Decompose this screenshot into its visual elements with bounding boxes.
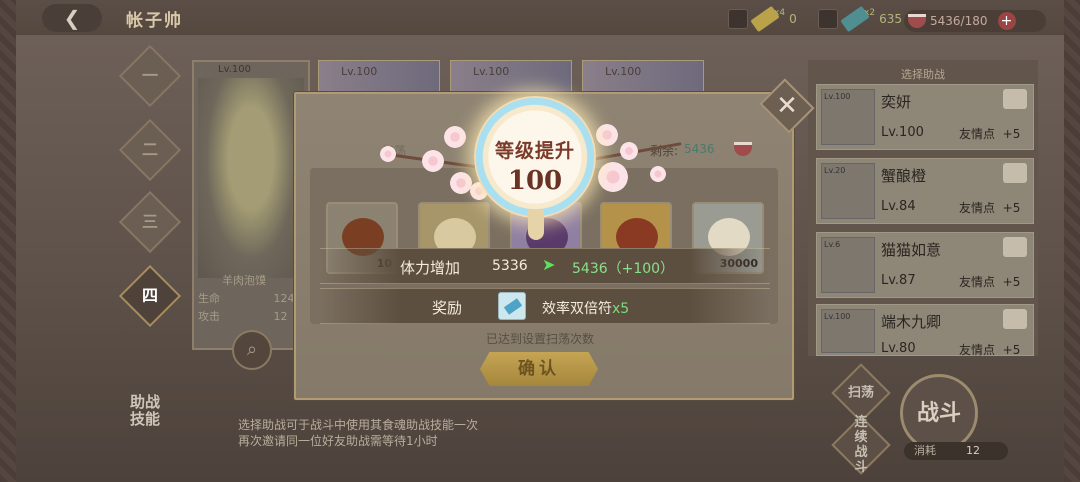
helper-level: Lv.84 bbox=[881, 199, 916, 214]
page-title: 帐子帅 bbox=[126, 11, 183, 31]
blossom-icon bbox=[596, 124, 618, 146]
avatar: Lv.20 bbox=[821, 163, 875, 219]
remaining-value: 5436 bbox=[684, 142, 715, 156]
assist-skill-label[interactable]: 助战 技能 bbox=[130, 394, 160, 428]
level-up-title: 等级提升 bbox=[494, 140, 575, 162]
stamina-old-value: 5336 bbox=[492, 258, 528, 274]
blossom-icon bbox=[650, 166, 666, 182]
reward-row: 奖励 效率双倍符x5 bbox=[320, 288, 770, 324]
confirm-button[interactable]: 确认 bbox=[480, 352, 598, 386]
slot-box bbox=[728, 9, 748, 29]
stamina-new-value: 5436（+100） bbox=[572, 261, 675, 277]
stamina-bowl-icon bbox=[734, 142, 752, 156]
left-border-decoration bbox=[0, 0, 16, 482]
character-card[interactable]: Lv.100 bbox=[318, 60, 440, 96]
blossom-icon bbox=[450, 172, 472, 194]
back-arrow-icon: ❮ bbox=[63, 6, 81, 30]
stamina-increase-label: 体力增加 bbox=[400, 259, 461, 277]
helper-level: Lv.100 bbox=[881, 125, 924, 140]
invite-icon[interactable] bbox=[1003, 237, 1027, 257]
helper-item[interactable]: Lv.20 蟹酿橙 Lv.84 友情点 +5 bbox=[816, 158, 1034, 224]
stamina-resource: 5436/180 + bbox=[904, 10, 1046, 32]
blossom-icon bbox=[444, 126, 466, 148]
resource-gold-ticket[interactable]: x4 0 bbox=[728, 5, 797, 33]
helper-panel-title: 选择助战 bbox=[901, 68, 945, 81]
arrow-right-icon: ➤ bbox=[542, 255, 556, 274]
avatar: Lv.6 bbox=[821, 237, 875, 293]
resource-teal-ticket[interactable]: x2 635 bbox=[818, 5, 902, 33]
friend-points: 友情点 +5 bbox=[959, 275, 1021, 289]
stamina-bowl-icon bbox=[908, 14, 926, 28]
friend-points: 友情点 +5 bbox=[959, 127, 1021, 141]
hero-stat-atk: 攻击 12 bbox=[198, 310, 288, 323]
reward-name: 效率双倍符x5 bbox=[542, 301, 630, 317]
friend-points: 友情点 +5 bbox=[959, 201, 1021, 215]
blossom-icon bbox=[620, 142, 638, 160]
hero-name: 羊肉泡馍 bbox=[222, 274, 266, 287]
character-card[interactable]: Lv.100 bbox=[582, 60, 704, 96]
hero-portrait bbox=[198, 78, 304, 278]
level-up-value: 100 bbox=[507, 166, 563, 196]
slot-box bbox=[818, 9, 838, 29]
helper-item[interactable]: Lv.6 猫猫如意 Lv.87 友情点 +5 bbox=[816, 232, 1034, 298]
close-icon: ✕ bbox=[776, 91, 798, 121]
battle-cost: 消耗 12 bbox=[904, 442, 1008, 460]
medallion-ribbon bbox=[528, 210, 544, 240]
hero-stat-hp: 生命 124 bbox=[198, 292, 295, 305]
level-up-medallion: 等级提升 100 bbox=[474, 96, 596, 218]
helper-level: Lv.87 bbox=[881, 273, 916, 288]
back-button[interactable]: ❮ bbox=[42, 4, 102, 32]
right-border-decoration bbox=[1064, 0, 1080, 482]
hero-level: Lv.100 bbox=[218, 64, 251, 75]
assist-hint-text: 选择助战可于战斗中使用其食魂助战技能一次 再次邀请同一位好友助战需等待1小时 bbox=[238, 418, 479, 448]
avatar: Lv.100 bbox=[821, 89, 875, 145]
stamina-increase-row: 体力增加 5336 ➤ 5436（+100） bbox=[320, 248, 770, 284]
blossom-icon bbox=[422, 150, 444, 172]
blossom-icon bbox=[598, 162, 628, 192]
helper-name: 蟹酿橙 bbox=[881, 167, 927, 185]
battle-button[interactable]: 战斗 bbox=[900, 374, 978, 452]
ticket-value: 635 bbox=[879, 12, 902, 26]
helper-name: 猫猫如意 bbox=[881, 241, 942, 259]
helper-item[interactable]: Lv.100 奕妍 Lv.100 友情点 +5 bbox=[816, 84, 1034, 150]
stamina-value: 5436/180 bbox=[930, 14, 988, 28]
blossom-icon bbox=[380, 146, 396, 162]
invite-icon[interactable] bbox=[1003, 89, 1027, 109]
hero-card[interactable]: Lv.100 羊肉泡馍 生命 124 攻击 12 bbox=[192, 60, 310, 350]
add-stamina-button[interactable]: + bbox=[997, 12, 1016, 30]
invite-icon[interactable] bbox=[1003, 309, 1027, 329]
reward-label: 奖励 bbox=[432, 299, 463, 317]
character-card[interactable]: Lv.100 bbox=[450, 60, 572, 96]
helper-name: 奕妍 bbox=[881, 93, 912, 111]
ticket-icon[interactable] bbox=[498, 292, 526, 320]
invite-icon[interactable] bbox=[1003, 163, 1027, 183]
sweep-complete-text: 已达到设置扫荡次数 bbox=[485, 332, 594, 346]
ticket-value: 0 bbox=[789, 12, 797, 26]
helper-name: 端木九卿 bbox=[881, 313, 942, 331]
